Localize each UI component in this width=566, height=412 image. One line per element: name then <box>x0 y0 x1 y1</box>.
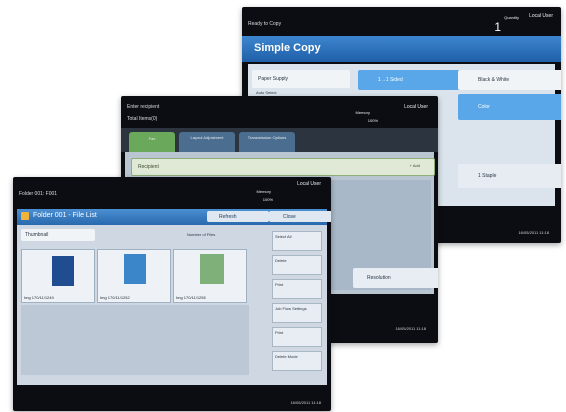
print-option-button[interactable]: Print <box>272 327 322 347</box>
delete-button[interactable]: Delete <box>272 255 322 275</box>
file-thumbnail[interactable]: Img 170/11/1252 <box>97 249 171 303</box>
quantity-value: 1 <box>494 20 501 34</box>
thumbnail-caption: Img 170/11/1249 <box>24 295 54 300</box>
fax-user-label[interactable]: Local User <box>404 104 428 110</box>
select-all-button[interactable]: Select All <box>272 231 322 251</box>
paper-supply-value: Auto Select <box>256 90 277 95</box>
quantity-label: Quantity <box>504 15 519 20</box>
view-mode-select[interactable]: Thumbnail <box>21 229 95 241</box>
thumbnail-caption: Img 170/11/1252 <box>100 295 130 300</box>
fax-subtitle: Total Items(0) <box>127 116 158 122</box>
user-label[interactable]: Local User <box>529 13 553 19</box>
fax-status: Enter recipient <box>127 104 160 110</box>
job-flow-settings-button[interactable]: Job Flow Settings <box>272 303 322 323</box>
fax-datetime: 16/05/2011 11:18 <box>395 326 426 331</box>
folder-icon <box>21 212 29 220</box>
refresh-button[interactable]: Refresh <box>207 211 269 222</box>
staple-button[interactable]: 1 Staple <box>458 164 561 188</box>
sided-button[interactable]: 1→1 Sided <box>358 70 470 90</box>
front-user-label[interactable]: Local User <box>297 181 321 187</box>
delete-mode-button[interactable]: Delete Mode <box>272 351 322 371</box>
file-list-body: Thumbnail Number of Files Img 170/11/124… <box>17 225 327 385</box>
resolution-button[interactable]: Resolution <box>353 268 438 288</box>
add-recipient-button[interactable]: + Add <box>410 163 420 168</box>
file-list-title: Folder 001 - File List <box>33 212 97 219</box>
memory-label: Memory <box>355 110 370 115</box>
file-list-header: Folder 001 - File List Refresh Close <box>17 209 331 225</box>
color-button[interactable]: Color <box>458 94 561 120</box>
copy-datetime: 16/05/2011 11:18 <box>518 230 549 235</box>
folder-status: Folder 001: F001 <box>19 191 58 197</box>
front-datetime: 16/05/2011 11:18 <box>290 400 321 405</box>
memory-value: 100% <box>367 118 378 123</box>
empty-file-area <box>21 305 249 375</box>
recipient-field[interactable]: Recipient <box>131 158 435 176</box>
front-memory-value: 100% <box>262 197 273 202</box>
print-button[interactable]: Print <box>272 279 322 299</box>
file-thumbnail[interactable]: Img 170/11/1255 <box>173 249 247 303</box>
copy-title-bar: Simple Copy <box>242 36 561 62</box>
close-button[interactable]: Close <box>269 211 331 222</box>
file-list-screen: Folder 001: F001 Memory 100% Local User … <box>13 177 331 411</box>
thumbnail-image <box>124 254 146 284</box>
thumbnail-image <box>52 256 74 286</box>
front-memory-label: Memory <box>256 189 271 194</box>
number-of-files-label: Number of Files <box>187 232 216 237</box>
file-thumbnail[interactable]: Img 170/11/1249 <box>21 249 95 303</box>
copy-title: Simple Copy <box>254 42 321 54</box>
paper-supply-button[interactable]: Paper Supply <box>252 70 350 88</box>
thumbnail-caption: Img 170/11/1255 <box>176 295 206 300</box>
black-white-button[interactable]: Black & White <box>458 70 561 90</box>
thumbnail-image <box>200 254 224 284</box>
copy-status: Ready to Copy <box>248 21 282 27</box>
